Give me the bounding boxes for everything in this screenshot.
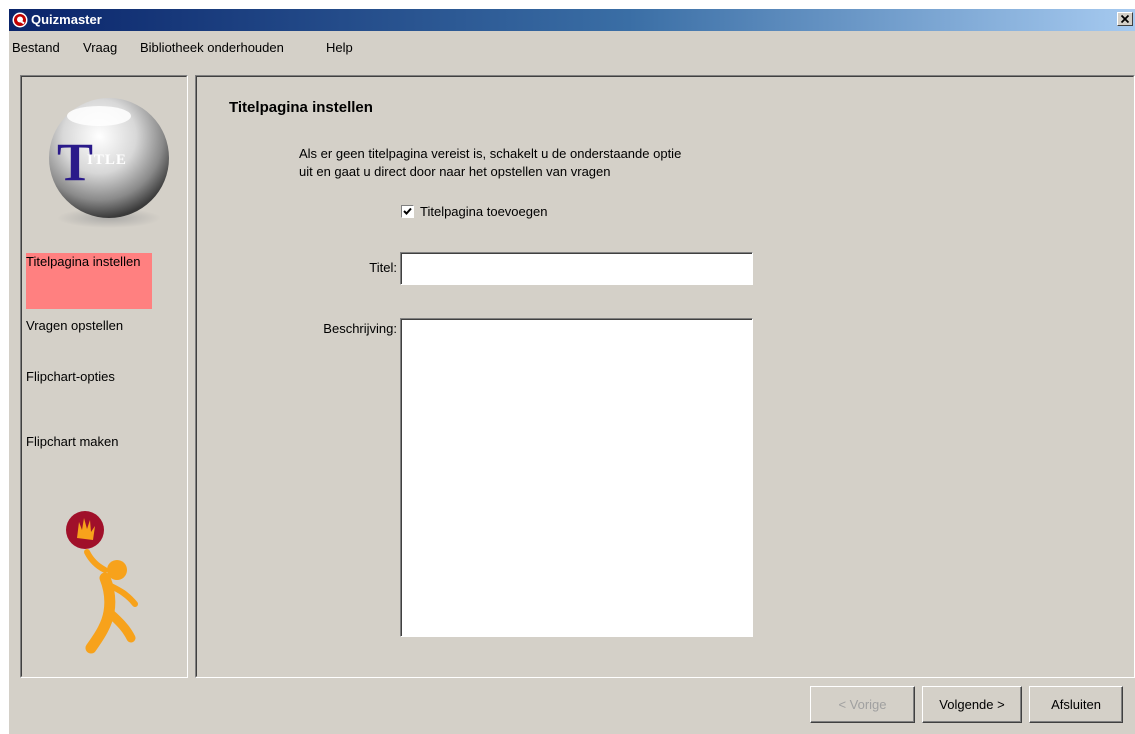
close-icon [1120,14,1130,24]
globe-title-text: ITLE [87,152,127,168]
titel-input[interactable] [400,252,753,285]
vorige-button[interactable]: < Vorige [810,686,915,723]
beschrijving-textarea[interactable] [400,318,753,637]
menu-vraag[interactable]: Vraag [83,40,117,55]
titel-label: Titel: [369,260,397,275]
menu-help[interactable]: Help [326,40,353,55]
step-titelpagina-instellen[interactable]: Titelpagina instellen [26,253,152,309]
step-flipchart-opties[interactable]: Flipchart-opties [26,368,152,386]
intro-text: Als er geen titelpagina vereist is, scha… [299,145,779,181]
app-window: Quizmaster Bestand Vraag Bibliotheek ond… [9,9,1135,734]
menu-bestand[interactable]: Bestand [12,40,60,55]
afsluiten-button[interactable]: Afsluiten [1029,686,1123,723]
step-vragen-opstellen[interactable]: Vragen opstellen [26,317,152,335]
step-flipchart-maken[interactable]: Flipchart maken [26,433,152,451]
close-window-button[interactable] [1117,12,1133,26]
intro-line-1: Als er geen titelpagina vereist is, scha… [299,146,682,161]
menu-bar: Bestand Vraag Bibliotheek onderhouden He… [9,36,1135,58]
titelpagina-toevoegen-checkbox[interactable] [401,204,414,218]
mascot-figure-icon [66,511,138,654]
volgende-button[interactable]: Volgende > [922,686,1022,723]
intro-line-2: uit en gaat u direct door naar het opste… [299,164,611,179]
menu-bibliotheek-onderhouden[interactable]: Bibliotheek onderhouden [140,40,284,55]
titelpagina-toevoegen-label[interactable]: Titelpagina toevoegen [420,204,547,219]
page-title: Titelpagina instellen [229,99,373,116]
title-bar[interactable]: Quizmaster [9,9,1135,31]
quizmaster-logo-icon [12,12,28,28]
checkmark-icon [403,207,412,215]
beschrijving-label: Beschrijving: [323,321,397,336]
title-globe-logo: T ITLE [49,98,169,228]
steps-sidebar: T ITLE Titelpagina instellen Vragen opst… [20,75,188,678]
window-title: Quizmaster [31,12,102,27]
titelpagina-toevoegen-row[interactable]: Titelpagina toevoegen [401,202,547,220]
